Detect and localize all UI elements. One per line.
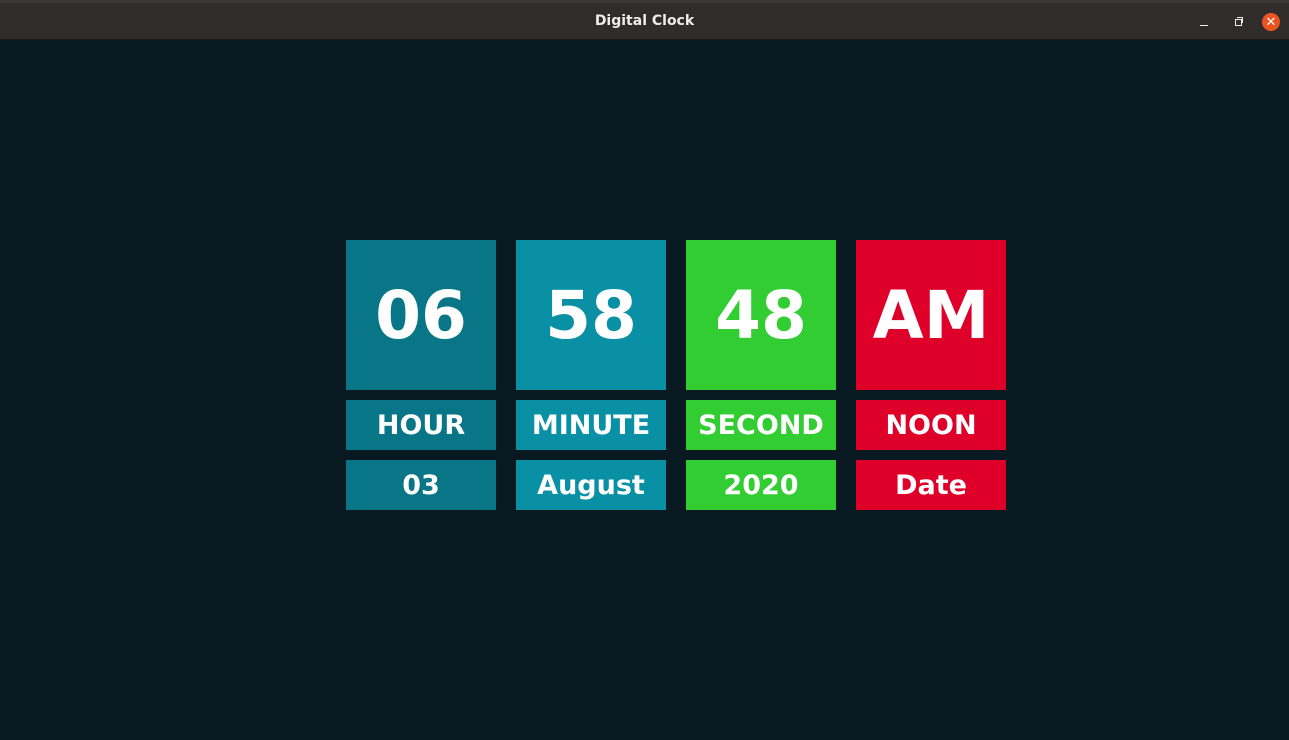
hour-display: 06 (346, 240, 496, 390)
restore-button[interactable] (1229, 13, 1247, 31)
date-day: 03 (346, 460, 496, 510)
date-caption: Date (856, 460, 1006, 510)
second-label: SECOND (686, 400, 836, 450)
restore-icon (1234, 16, 1243, 26)
noon-label: NOON (856, 400, 1006, 450)
date-year: 2020 (686, 460, 836, 510)
title-bar: Digital Clock ✕ (0, 0, 1289, 40)
minute-label: MINUTE (516, 400, 666, 450)
close-icon: ✕ (1265, 14, 1277, 30)
minimize-icon (1200, 24, 1208, 26)
noon-display: AM (856, 240, 1006, 390)
hour-label: HOUR (346, 400, 496, 450)
close-button[interactable]: ✕ (1262, 13, 1280, 31)
minimize-button[interactable] (1195, 13, 1213, 31)
window-title: Digital Clock (594, 13, 695, 29)
minute-display: 58 (516, 240, 666, 390)
second-display: 48 (686, 240, 836, 390)
date-month: August (516, 460, 666, 510)
